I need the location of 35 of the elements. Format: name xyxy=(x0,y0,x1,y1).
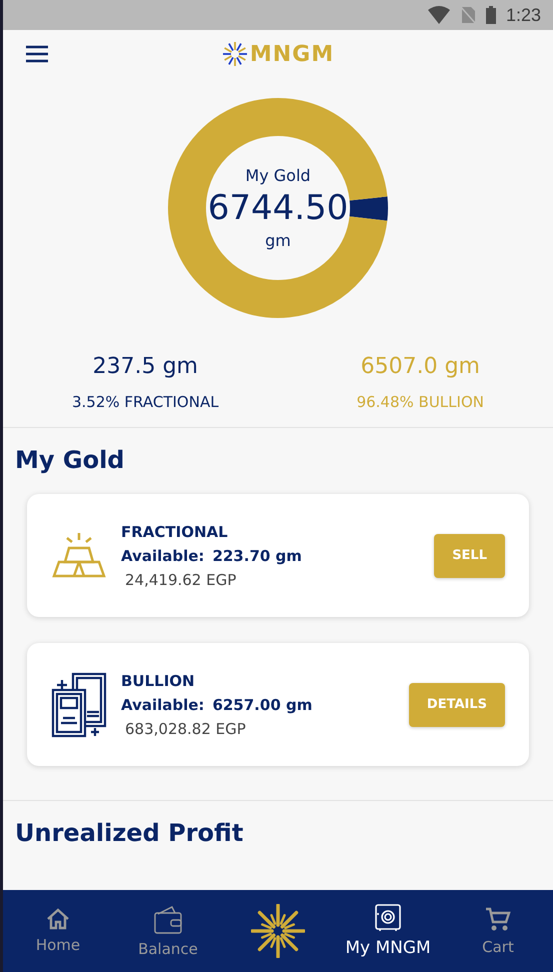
available-label: Available: xyxy=(121,696,204,714)
menu-icon[interactable] xyxy=(25,45,49,63)
section-title: Unrealized Profit xyxy=(15,819,244,847)
total-unit: gm xyxy=(265,231,291,250)
nav-tab[interactable]: Cart xyxy=(453,906,543,956)
holding-value: 24,419.62 EGP xyxy=(124,570,238,588)
section-title: My Gold xyxy=(15,446,126,474)
available-amount: 6257.00 gm xyxy=(212,696,312,714)
donut-title: My Gold xyxy=(245,166,311,185)
logo-text: MNGM xyxy=(250,42,334,66)
nav-tab[interactable]: Home xyxy=(13,908,103,954)
nav-tab[interactable]: Balance xyxy=(123,904,213,958)
available-label: Available: xyxy=(121,546,204,564)
holding-value: 683,028.82 EGP xyxy=(124,720,247,738)
ingots-icon xyxy=(51,530,107,580)
sunburst-icon xyxy=(251,904,305,958)
status-time: 1:23 xyxy=(506,4,541,26)
battery-icon xyxy=(486,6,496,24)
part-label: 3.52% FRACTIONAL xyxy=(72,393,219,411)
sunburst-icon xyxy=(222,41,248,67)
wifi-icon xyxy=(428,6,450,24)
available-amount: 223.70 gm xyxy=(212,546,302,564)
no-sim-icon xyxy=(460,6,476,24)
home-icon xyxy=(46,908,70,930)
wallet-icon xyxy=(154,904,182,934)
part-amount: 237.5 gm xyxy=(92,354,198,379)
part-amount: 6507.0 gm xyxy=(360,354,480,379)
cart-icon xyxy=(485,906,511,932)
nav-tab[interactable]: My MNGM xyxy=(343,904,433,958)
holding-name: BULLION xyxy=(121,672,196,690)
part-label: 96.48% BULLION xyxy=(356,393,484,411)
certificate-icon xyxy=(51,672,107,738)
safe-icon xyxy=(374,904,402,932)
total-amount: 6744.50 xyxy=(208,187,348,230)
holding-name: FRACTIONAL xyxy=(121,522,229,540)
